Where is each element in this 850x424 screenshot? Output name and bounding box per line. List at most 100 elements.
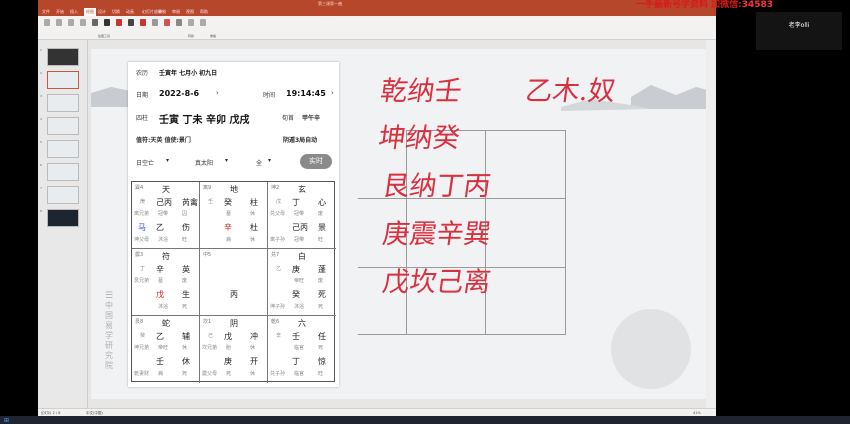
slide-canvas: ☰ 中国易学研究院 农历 壬寅年 七月小 初九日 日期 2022-8-6 › 时…	[88, 40, 716, 412]
menu-item[interactable]: 视图	[186, 8, 194, 16]
time-next-chevron-icon[interactable]: ›	[331, 89, 334, 97]
ribbon-tool-icon[interactable]	[152, 19, 158, 26]
menu-item[interactable]: 切换	[112, 8, 120, 16]
palace-status: 帝旺	[158, 345, 169, 351]
palace-status: 墓	[226, 211, 232, 217]
slide-thumbnails-pane: 1 2 3 4 5 6 7 8	[38, 40, 88, 412]
palace-stem: 庚	[224, 357, 232, 366]
quan-select[interactable]: 全	[256, 158, 262, 167]
palace-stem: 乙	[156, 223, 164, 232]
zhentaiyang-select[interactable]: 真太阳	[195, 158, 213, 167]
handwritten-line: 戊坎己离	[380, 267, 493, 298]
ribbon-tool-icon[interactable]	[56, 19, 62, 26]
palace-earth-stem: 己	[208, 333, 214, 339]
handwritten-line: 艮纳丁丙	[380, 171, 493, 202]
ribbon-tool-icon[interactable]	[68, 19, 74, 26]
realtime-button[interactable]: 实时	[300, 154, 332, 169]
palace-deity: 天	[162, 185, 170, 194]
menu-item[interactable]: 插入	[70, 8, 78, 16]
slide-thumbnail[interactable]	[47, 163, 79, 181]
ribbon-group-label: 绘图工具	[98, 34, 111, 38]
palace-cell[interactable]: 坤2 玄戊丁心兑父母 冠带废己丙景离子孙 冠带旺	[268, 182, 336, 249]
ribbon-tool-icon[interactable]	[116, 19, 122, 26]
ribbon-tool-icon[interactable]	[176, 19, 182, 26]
palace-star: 冲	[250, 332, 258, 341]
palace-earth-stem: 丁	[140, 266, 146, 272]
palace-star: 任	[318, 332, 326, 341]
ribbon-tool-icon[interactable]	[188, 19, 194, 26]
menu-item[interactable]: 帮助	[200, 8, 208, 16]
kongwang-dropdown-icon[interactable]: ▾	[166, 157, 169, 164]
ribbon-tool-icon[interactable]	[80, 19, 86, 26]
slide-thumbnail[interactable]	[47, 94, 79, 112]
palace-cell[interactable]: 离9 地壬癸柱墓休辛杜病休	[200, 182, 268, 249]
palace-cell[interactable]: 坎1 阴己戊冲坎兄弟胎休庚开震父母死休	[200, 316, 268, 383]
menu-item[interactable]: 动画	[126, 8, 134, 16]
palace-status: 坎兄弟	[202, 345, 218, 351]
sizhu-label: 四柱	[136, 115, 149, 122]
video-overlay: 老李olli	[756, 12, 842, 50]
palace-number: 巽4	[135, 185, 144, 191]
menu-item[interactable]: 绘图	[84, 8, 96, 16]
palace-status: 艮兄弟	[134, 278, 150, 284]
slide-thumbnail[interactable]	[47, 48, 79, 66]
watermark: 一手最新号学资料 加微信:34583	[636, 0, 850, 11]
palace-cell[interactable]: 兑7 白乙庚蓬帝旺废癸死坤子孙 沐浴死	[268, 249, 336, 316]
palace-status: 废	[182, 278, 188, 284]
ribbon-tool-icon[interactable]	[92, 19, 98, 26]
status-bar: 幻灯片 2 / 8 中文(中国) 41%	[38, 408, 716, 416]
menu-item[interactable]: 开始	[56, 8, 64, 16]
slide-thumbnail[interactable]	[47, 186, 79, 204]
palace-cell[interactable]: 震3 符丁 辛 英艮兄弟 墓 废戊 生沐浴 死	[132, 249, 200, 316]
ribbon-group-label: 转换	[188, 34, 195, 38]
palace-door: 伤	[182, 223, 190, 232]
date-value[interactable]: 2022-8-6	[159, 89, 199, 98]
palace-door: 杜	[250, 223, 258, 232]
thumbnail-number: 8	[40, 209, 42, 213]
title-bar: 第三课第一遍	[38, 0, 716, 8]
quan-dropdown-icon[interactable]: ▾	[268, 157, 271, 164]
palace-status-2: 兑子孙	[270, 371, 286, 377]
ribbon-tool-icon[interactable]	[128, 19, 134, 26]
menu-item[interactable]: 录制	[158, 8, 166, 16]
palace-cell[interactable]: 巽4 天庚 己丙 芮禽 离兄弟 冠带 囚马 乙 伤坤父母 沐浴 旺	[132, 182, 200, 249]
slide-thumbnail[interactable]	[47, 117, 79, 135]
ribbon-tool-icon[interactable]	[164, 19, 170, 26]
palace-status-2: 临官	[294, 371, 305, 377]
ribbon-tool-icon[interactable]	[44, 19, 50, 26]
slide-thumbnail[interactable]	[47, 140, 79, 158]
palace-heaven-stem: 乙	[156, 332, 164, 341]
menu-item[interactable]: 设计	[98, 8, 106, 16]
slide: ☰ 中国易学研究院 农历 壬寅年 七月小 初九日 日期 2022-8-6 › 时…	[91, 49, 711, 399]
palace-status: 休	[250, 345, 256, 351]
palace-door: 景	[318, 223, 326, 232]
palace-stem: 辛	[224, 223, 232, 232]
windows-start-icon[interactable]: ⊞	[4, 417, 9, 424]
slide-thumbnail[interactable]	[47, 209, 79, 227]
menu-item[interactable]: 文件	[42, 8, 50, 16]
slide-thumbnail[interactable]	[47, 71, 79, 89]
palace-star: 心	[318, 198, 326, 207]
palace-status-2: 休	[250, 371, 256, 377]
ribbon-tool-icon[interactable]	[140, 19, 146, 26]
date-next-chevron-icon[interactable]: ›	[216, 89, 219, 97]
thumbnail-number: 1	[40, 48, 42, 52]
menu-item[interactable]: 审阅	[172, 8, 180, 16]
kongwang-select[interactable]: 日空亡	[136, 158, 154, 167]
palace-status-2: 旺	[318, 371, 324, 377]
palace-heaven-stem: 壬	[292, 332, 300, 341]
palace-number: 艮8	[135, 319, 144, 325]
vertical-scrollbar[interactable]	[706, 40, 716, 412]
palace-number: 离9	[203, 185, 212, 191]
zhentaiyang-dropdown-icon[interactable]: ▾	[225, 157, 228, 164]
palace-star: 蓬	[318, 265, 326, 274]
ribbon-tool-icon[interactable]	[104, 19, 110, 26]
palace-cell[interactable]: 乾6 六辛壬任临官死丁惊兑子孙 临官旺	[268, 316, 336, 383]
palace-status-2: 休	[250, 237, 256, 243]
palace-heaven-stem: 庚	[292, 265, 300, 274]
palace-cell[interactable]: 艮8 蛇癸乙辅坤兄弟 帝旺休壬休乾妻财病死	[132, 316, 200, 383]
ribbon-tool-icon[interactable]	[200, 19, 206, 26]
time-value[interactable]: 19:14:45	[286, 89, 326, 98]
palace-star: 柱	[250, 198, 258, 207]
palace-cell[interactable]: 中5 丙	[200, 249, 268, 316]
